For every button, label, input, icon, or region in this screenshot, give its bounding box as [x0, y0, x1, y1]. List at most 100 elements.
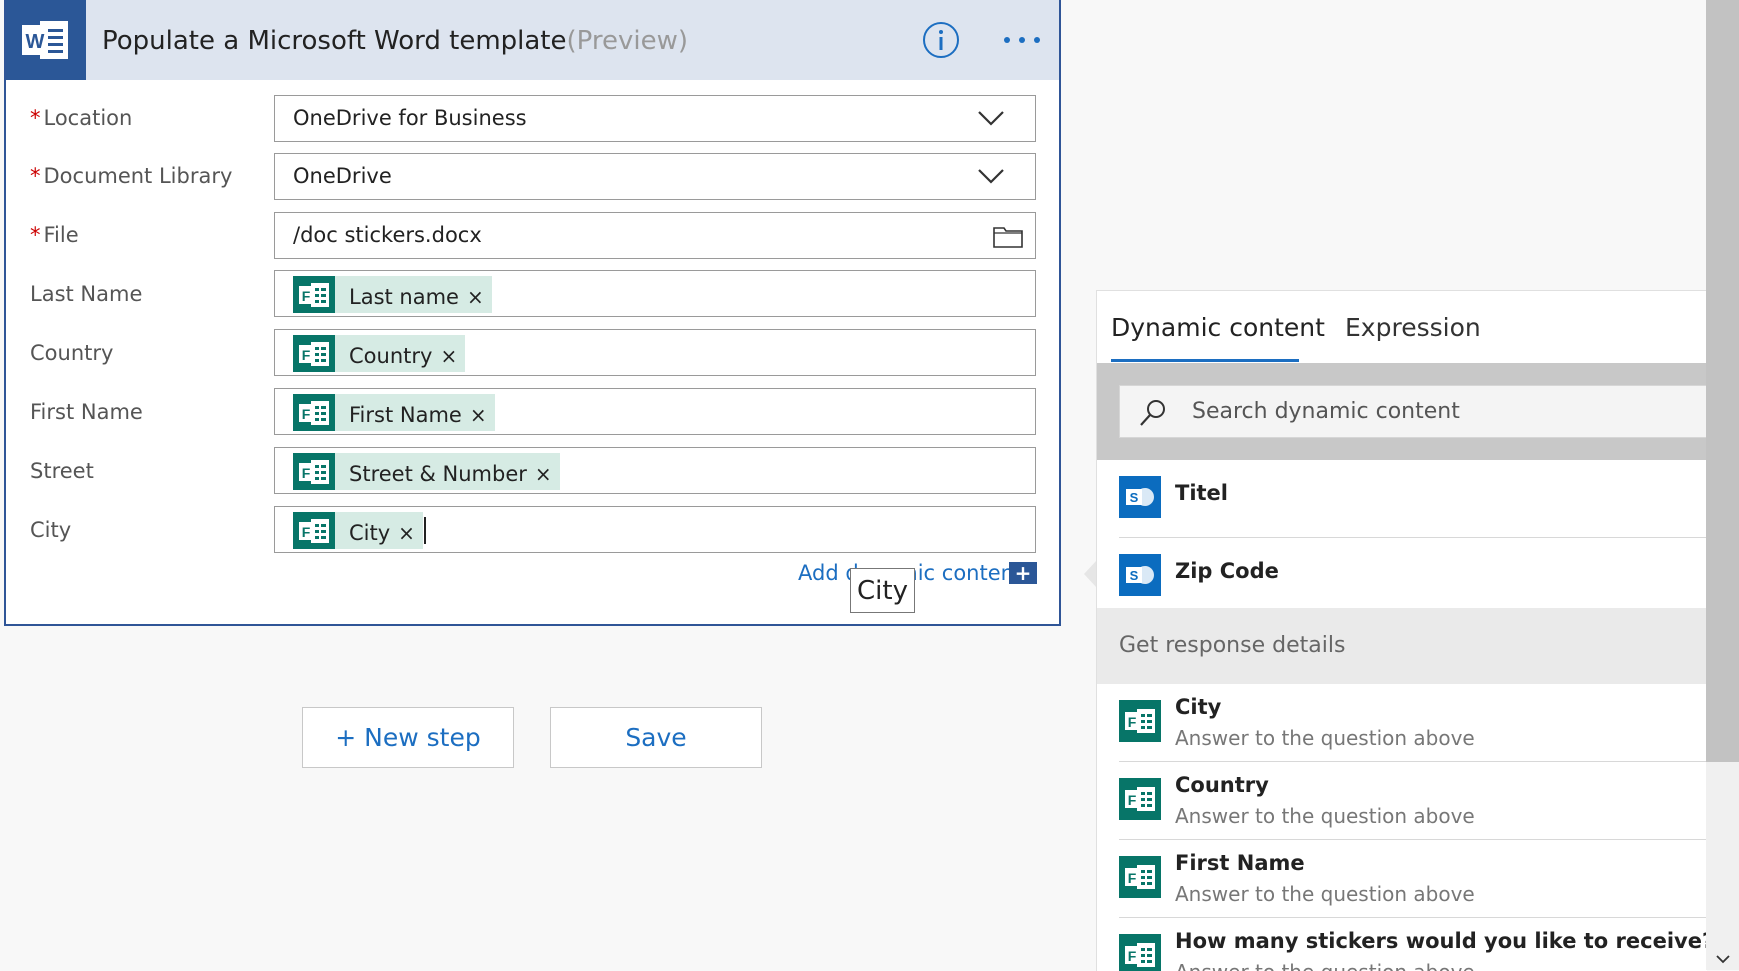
- save-button[interactable]: Save: [550, 707, 762, 768]
- location-dropdown[interactable]: OneDrive for Business: [274, 95, 1036, 142]
- card-title: Populate a Microsoft Word template(Previ…: [102, 26, 688, 56]
- item-name: First Name: [1175, 851, 1305, 875]
- token-label: City: [349, 520, 391, 545]
- list-item-city[interactable]: F City Answer to the question above: [1097, 684, 1707, 762]
- country-input[interactable]: F Country ×: [274, 329, 1036, 376]
- svg-text:F: F: [302, 465, 311, 481]
- street-token[interactable]: F Street & Number ×: [293, 453, 560, 490]
- token-label: Country: [349, 343, 433, 368]
- required-mark: *: [30, 223, 41, 247]
- svg-text:S: S: [1130, 568, 1139, 583]
- card-header[interactable]: W Populate a Microsoft Word template(Pre…: [6, 0, 1059, 80]
- list-item-zip-code[interactable]: S Zip Code: [1097, 538, 1707, 616]
- token-label: Last name: [349, 284, 459, 309]
- forms-icon: F: [293, 512, 335, 549]
- search-icon: [1138, 398, 1168, 432]
- search-band: Search dynamic content: [1097, 363, 1707, 460]
- close-icon[interactable]: ×: [467, 281, 492, 309]
- forms-icon: F: [1119, 934, 1161, 971]
- forms-icon: F: [293, 276, 335, 313]
- tooltip: City: [850, 568, 915, 613]
- word-icon: W: [6, 0, 86, 80]
- forms-icon: F: [1119, 778, 1161, 820]
- text-caret: [424, 517, 426, 544]
- city-token[interactable]: F City ×: [293, 512, 423, 549]
- info-icon[interactable]: [922, 21, 960, 63]
- section-title: Get response details: [1119, 633, 1346, 658]
- chevron-down-icon: [977, 109, 1005, 131]
- action-card: W Populate a Microsoft Word template(Pre…: [4, 0, 1061, 626]
- svg-text:F: F: [1128, 792, 1137, 808]
- close-icon[interactable]: ×: [470, 399, 495, 427]
- lastname-token[interactable]: F Last name ×: [293, 276, 492, 313]
- svg-text:F: F: [302, 406, 311, 422]
- location-label: * Location: [30, 106, 132, 130]
- close-icon[interactable]: ×: [535, 458, 560, 486]
- dynamic-content-panel: Dynamic content Expression Search dynami…: [1096, 290, 1707, 971]
- item-name: Titel: [1175, 481, 1229, 505]
- forms-icon: F: [293, 453, 335, 490]
- item-description: Answer to the question above: [1175, 882, 1475, 906]
- card-title-text: Populate a Microsoft Word template: [102, 26, 567, 56]
- tab-expression[interactable]: Expression: [1345, 313, 1481, 342]
- library-dropdown[interactable]: OneDrive: [274, 153, 1036, 200]
- svg-text:F: F: [1128, 870, 1137, 886]
- lastname-label: Last Name: [30, 282, 143, 306]
- scroll-down-icon[interactable]: [1715, 950, 1731, 969]
- file-value: /doc stickers.docx: [293, 223, 482, 247]
- section-header: Get response details: [1097, 608, 1707, 684]
- svg-text:F: F: [302, 524, 311, 540]
- forms-icon: F: [293, 335, 335, 372]
- forms-icon: F: [1119, 856, 1161, 898]
- country-token[interactable]: F Country ×: [293, 335, 466, 372]
- list-item-country[interactable]: F Country Answer to the question above: [1097, 762, 1707, 840]
- new-step-button[interactable]: + New step: [302, 707, 514, 768]
- scrollbar-thumb[interactable]: [1706, 0, 1739, 762]
- folder-icon[interactable]: [993, 224, 1023, 252]
- sharepoint-icon: S: [1119, 476, 1161, 518]
- firstname-label: First Name: [30, 400, 143, 424]
- required-mark: *: [30, 106, 41, 130]
- add-icon[interactable]: +: [1009, 561, 1037, 585]
- svg-text:F: F: [302, 347, 311, 363]
- library-value: OneDrive: [293, 164, 392, 188]
- sharepoint-icon: S: [1119, 554, 1161, 596]
- street-label: Street: [30, 459, 94, 483]
- close-icon[interactable]: ×: [440, 340, 465, 368]
- close-icon[interactable]: ×: [398, 517, 423, 545]
- svg-text:S: S: [1130, 490, 1139, 505]
- search-placeholder: Search dynamic content: [1192, 399, 1460, 424]
- more-options-icon[interactable]: [1002, 28, 1042, 56]
- street-input[interactable]: F Street & Number ×: [274, 447, 1036, 494]
- token-label: First Name: [349, 402, 462, 427]
- chevron-down-icon: [977, 167, 1005, 189]
- city-input[interactable]: F City ×: [274, 506, 1036, 553]
- location-label-text: Location: [43, 106, 133, 130]
- token-label: Street & Number: [349, 461, 527, 486]
- file-input[interactable]: /doc stickers.docx: [274, 212, 1036, 259]
- city-label: City: [30, 518, 72, 542]
- country-label: Country: [30, 341, 114, 365]
- forms-icon: F: [1119, 700, 1161, 742]
- item-name: How many stickers would you like to rece…: [1175, 929, 1707, 953]
- search-input[interactable]: Search dynamic content: [1119, 385, 1707, 438]
- item-name: Country: [1175, 773, 1269, 797]
- library-label-text: Document Library: [43, 164, 233, 188]
- file-label-text: File: [43, 223, 79, 247]
- tab-underline: [1111, 359, 1299, 362]
- list-item-first-name[interactable]: F First Name Answer to the question abov…: [1097, 840, 1707, 918]
- svg-text:F: F: [1128, 714, 1137, 730]
- list-item-titel[interactable]: S Titel: [1097, 460, 1707, 538]
- item-name: City: [1175, 695, 1222, 719]
- item-description: Answer to the question above: [1175, 960, 1475, 971]
- firstname-token[interactable]: F First Name ×: [293, 394, 495, 431]
- library-label: * Document Library: [30, 164, 232, 188]
- required-mark: *: [30, 164, 41, 188]
- tab-dynamic-content[interactable]: Dynamic content: [1111, 313, 1325, 342]
- forms-icon: F: [293, 394, 335, 431]
- lastname-input[interactable]: F Last name ×: [274, 270, 1036, 317]
- svg-text:W: W: [26, 31, 45, 53]
- firstname-input[interactable]: F First Name ×: [274, 388, 1036, 435]
- list-item-stickers[interactable]: F How many stickers would you like to re…: [1097, 918, 1707, 971]
- item-description: Answer to the question above: [1175, 726, 1475, 750]
